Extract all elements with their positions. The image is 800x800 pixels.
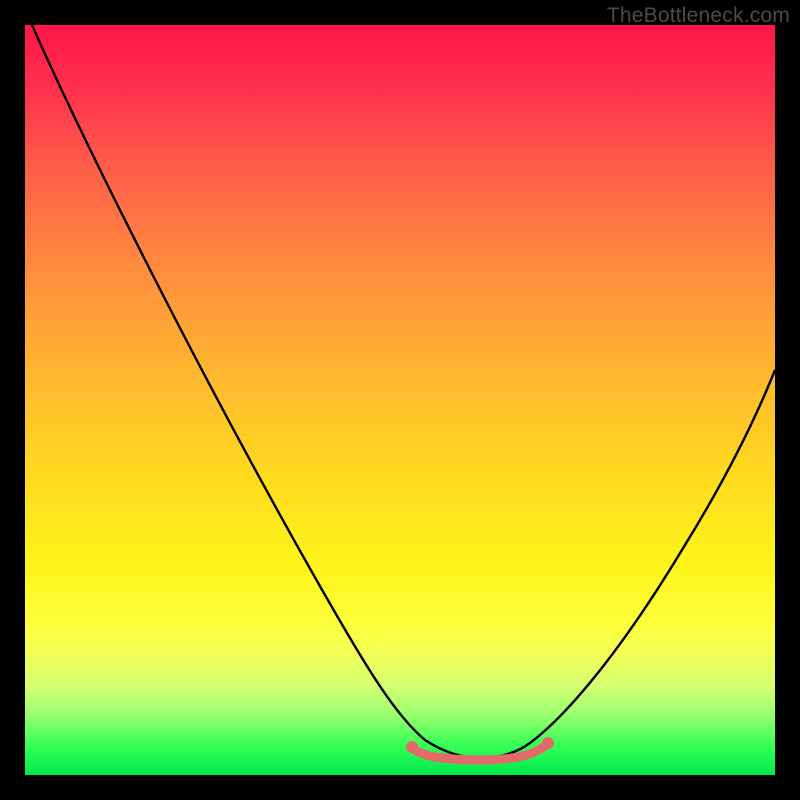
chart-stage: TheBottleneck.com <box>0 0 800 800</box>
flat-zone-path <box>413 746 545 760</box>
chart-svg <box>25 25 775 775</box>
flat-zone-dot-right <box>542 737 554 749</box>
watermark-text: TheBottleneck.com <box>607 4 790 28</box>
plot-area <box>25 25 775 775</box>
curve-path <box>32 25 775 758</box>
flat-zone-dot-left <box>406 741 418 753</box>
